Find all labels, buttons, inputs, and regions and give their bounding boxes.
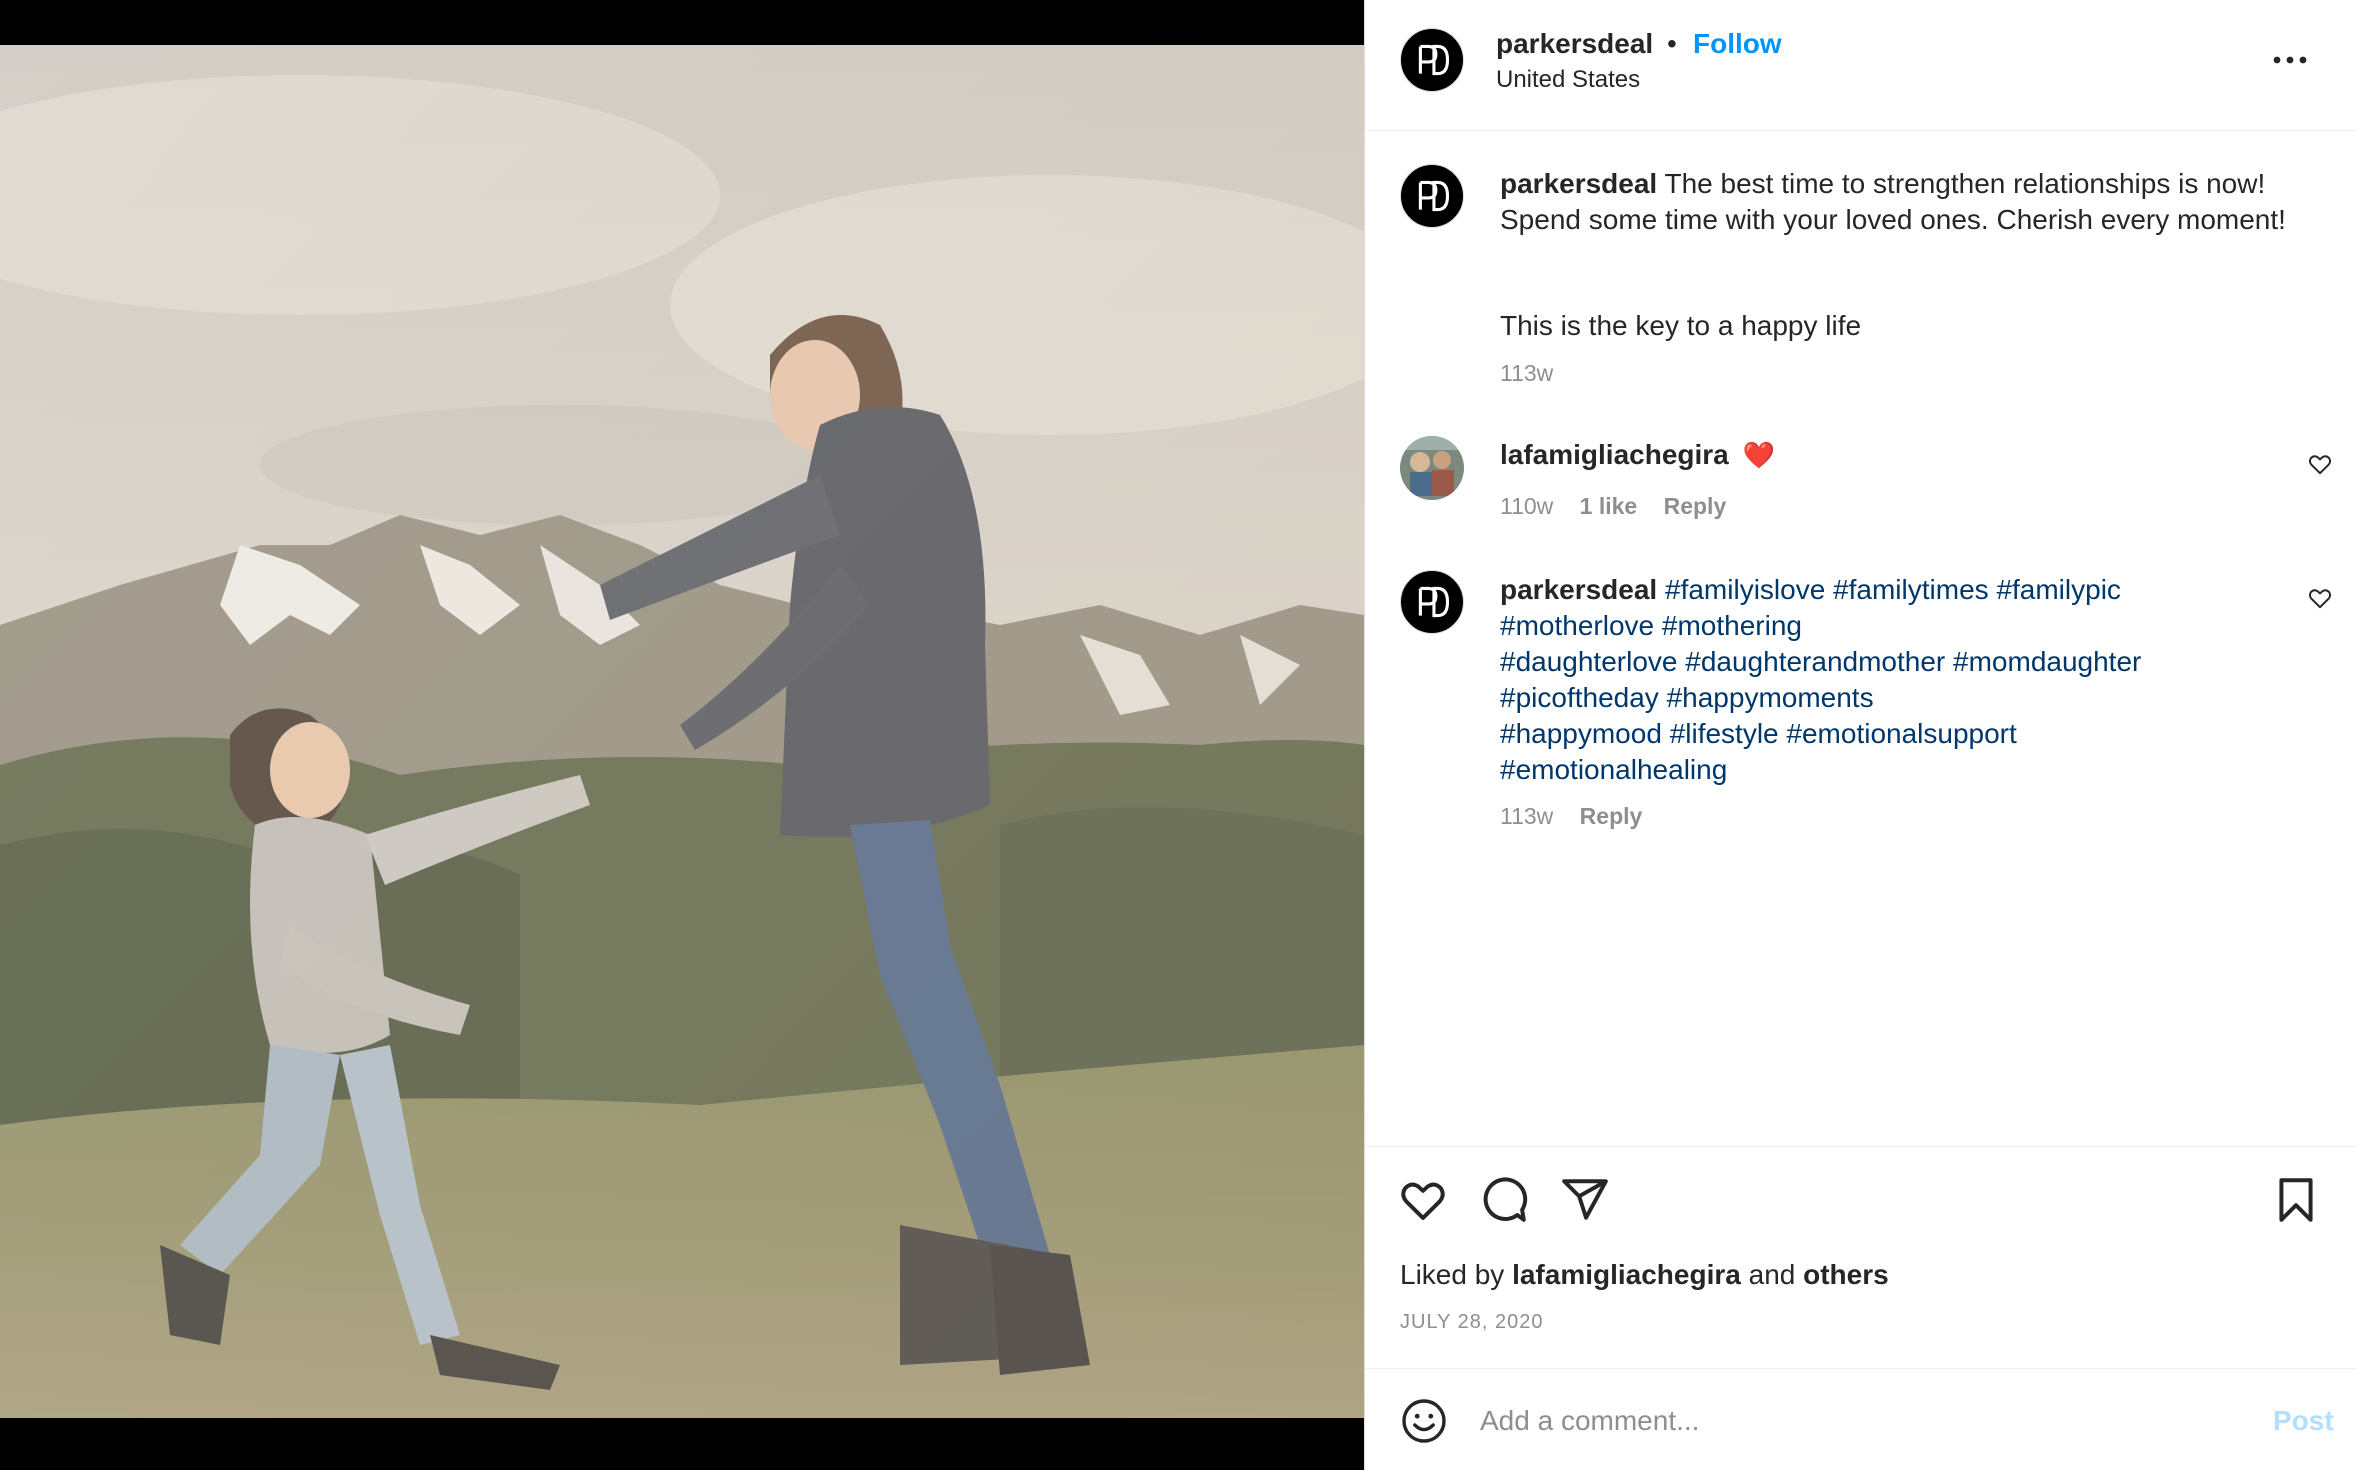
hashtag-link[interactable]: #mothering: [1662, 610, 1802, 641]
commenter-avatar[interactable]: [1400, 436, 1464, 500]
post-header: parkersdeal • Follow United States: [1365, 0, 2356, 131]
like-comment-icon[interactable]: [2307, 451, 2333, 477]
comment: lafamigliachegira ❤️ 110w 1 like Reply: [1365, 430, 2356, 540]
comment-text: lafamigliachegira ❤️: [1500, 439, 1775, 471]
comment-meta: 110w 1 like Reply: [1500, 493, 1746, 520]
hashtag-link[interactable]: #familypic: [1996, 574, 2120, 605]
pd-logo-icon: [1418, 180, 1450, 212]
commenter-username[interactable]: lafamigliachegira: [1500, 439, 1729, 470]
hashtag-link[interactable]: #motherlove: [1500, 610, 1654, 641]
author-username[interactable]: parkersdeal: [1496, 28, 1653, 60]
emoji-icon[interactable]: [1400, 1397, 1448, 1445]
hashtag-link[interactable]: #emotionalsupport: [1786, 718, 2016, 749]
post-media[interactable]: [0, 0, 1364, 1470]
comment-timestamp[interactable]: 113w: [1500, 803, 1553, 829]
liked-by-user[interactable]: lafamigliachegira: [1512, 1259, 1741, 1290]
add-comment-bar: Post: [1365, 1368, 2356, 1471]
comment-likes[interactable]: 1 like: [1580, 493, 1638, 519]
hashtag-link[interactable]: #picoftheday: [1500, 682, 1659, 713]
reply-button[interactable]: Reply: [1664, 493, 1727, 519]
post-actions: Liked by lafamigliachegira and others JU…: [1365, 1146, 2356, 1369]
heart-icon[interactable]: [1398, 1175, 1448, 1225]
share-icon[interactable]: [1560, 1175, 1610, 1225]
hashtag-link[interactable]: #happymood: [1500, 718, 1662, 749]
comment-icon[interactable]: [1479, 1175, 1529, 1225]
pd-logo-icon: [1418, 586, 1450, 618]
comment-input[interactable]: [1478, 1397, 2182, 1445]
more-options-icon[interactable]: [2265, 44, 2315, 74]
hashtag-link[interactable]: #lifestyle: [1670, 718, 1779, 749]
header-separator: •: [1667, 28, 1677, 59]
reply-button[interactable]: Reply: [1580, 803, 1643, 829]
bookmark-icon[interactable]: [2271, 1175, 2321, 1225]
caption-timestamp[interactable]: 113w: [1500, 360, 1553, 387]
hashtag-link[interactable]: #emotionalhealing: [1500, 754, 1727, 785]
hashtag-link[interactable]: #familyislove: [1665, 574, 1825, 605]
liked-by: Liked by lafamigliachegira and others: [1400, 1259, 1889, 1291]
comment-text: parkersdeal #familyislove #familytimes #…: [1500, 572, 2260, 788]
liked-by-and: and: [1748, 1259, 1796, 1290]
caption-username[interactable]: parkersdeal: [1500, 168, 1657, 199]
author-avatar[interactable]: [1400, 28, 1464, 92]
hashtag-link[interactable]: #daughterlove: [1500, 646, 1677, 677]
post-photo[interactable]: [0, 45, 1364, 1418]
liked-by-prefix: Liked by: [1400, 1259, 1505, 1290]
post-date[interactable]: JULY 28, 2020: [1400, 1311, 1543, 1334]
pd-logo-icon: [1418, 44, 1450, 76]
hashtag-link[interactable]: #momdaughter: [1953, 646, 2141, 677]
hashtag-link[interactable]: #familytimes: [1833, 574, 1989, 605]
post-comment-button[interactable]: Post: [2273, 1405, 2334, 1437]
caption-line-2: This is the key to a happy life: [1500, 310, 1862, 341]
post-location[interactable]: United States: [1496, 66, 1640, 94]
follow-button[interactable]: Follow: [1693, 28, 1782, 60]
like-comment-icon[interactable]: [2307, 585, 2333, 611]
commenter-avatar[interactable]: [1400, 570, 1464, 634]
heart-emoji: ❤️: [1742, 440, 1775, 470]
comment-timestamp[interactable]: 110w: [1500, 493, 1553, 519]
liked-by-others[interactable]: others: [1803, 1259, 1889, 1290]
hashtag-link[interactable]: #happymoments: [1667, 682, 1874, 713]
caption-text: parkersdeal The best time to strengthen …: [1500, 166, 2320, 238]
hashtag-link[interactable]: #daughterandmother: [1685, 646, 1945, 677]
commenter-photo: [1400, 436, 1464, 500]
comment-meta: 113w Reply: [1500, 803, 1642, 830]
caption-avatar[interactable]: [1400, 164, 1464, 228]
post-sidebar: parkersdeal • Follow United States parke…: [1364, 0, 2356, 1470]
commenter-username[interactable]: parkersdeal: [1500, 574, 1657, 605]
